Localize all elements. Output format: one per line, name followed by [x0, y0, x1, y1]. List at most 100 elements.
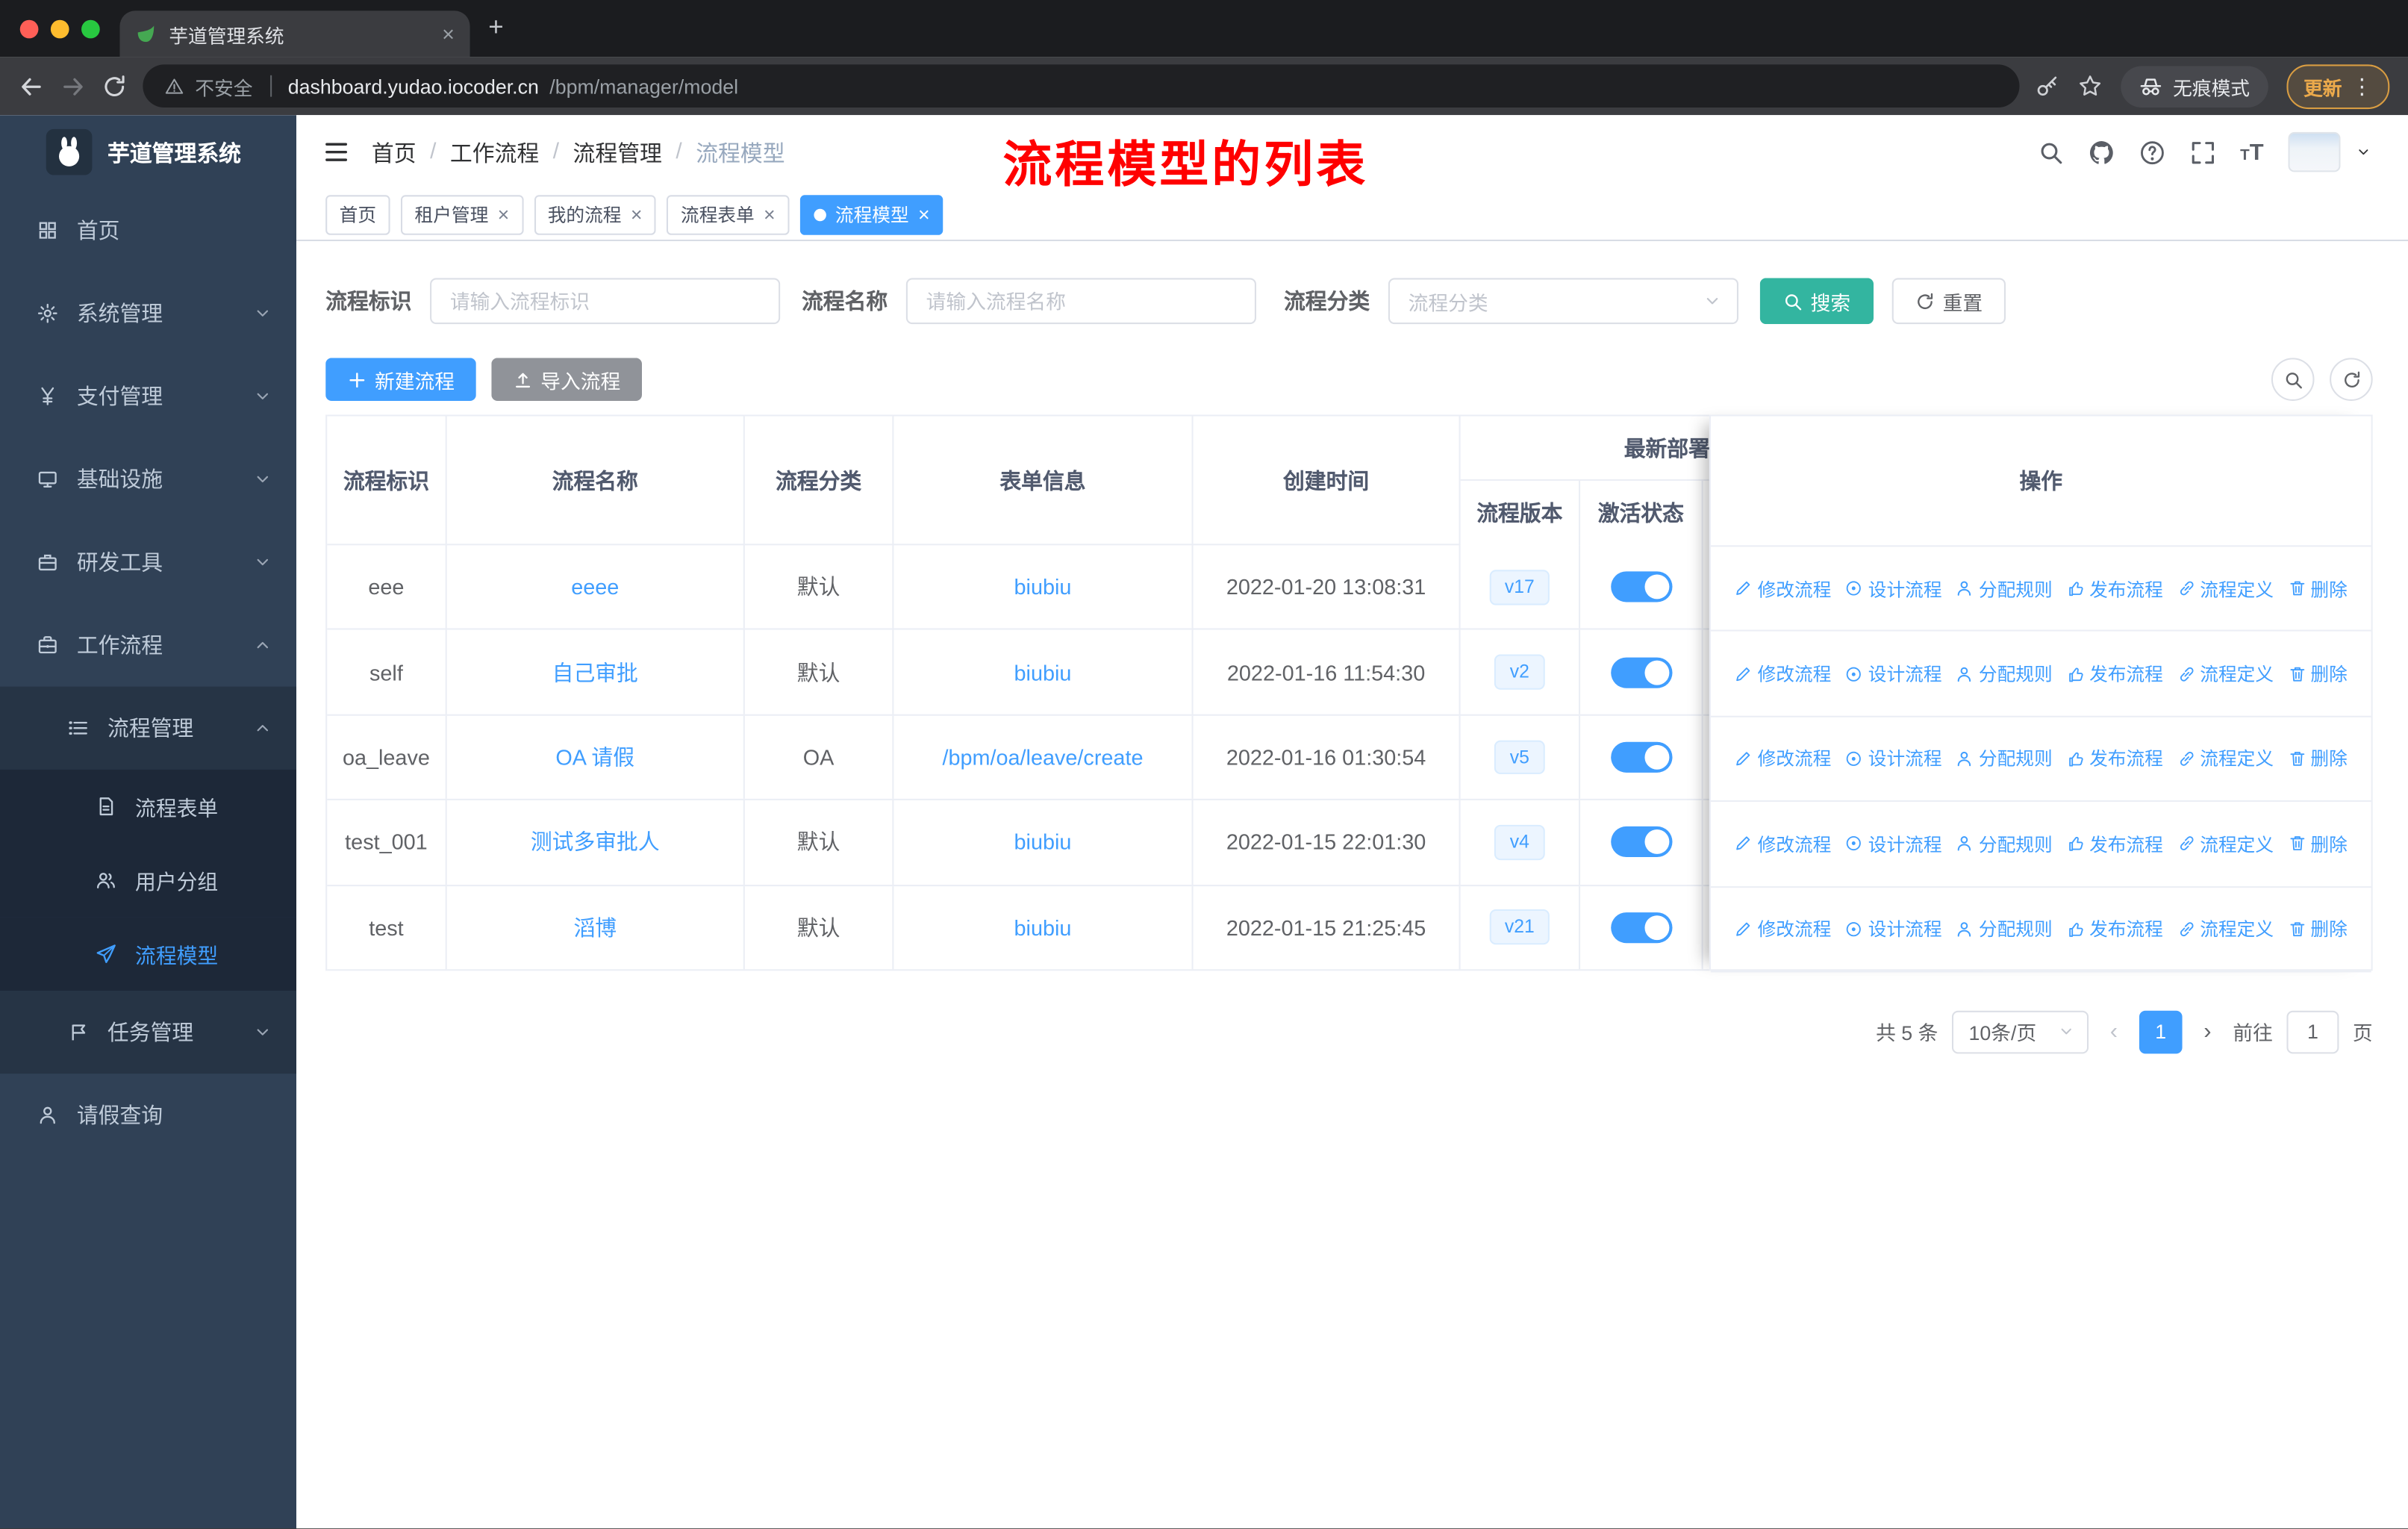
op-definition-link[interactable]: 流程定义	[2177, 661, 2274, 687]
zoom-window-button[interactable]	[81, 19, 100, 38]
op-edit-link[interactable]: 修改流程	[1735, 576, 1831, 602]
active-toggle[interactable]	[1610, 912, 1672, 943]
help-icon[interactable]	[2139, 139, 2165, 165]
reload-icon[interactable]	[102, 73, 128, 99]
current-page-button[interactable]: 1	[2139, 1010, 2183, 1054]
form-info-link[interactable]: biubiu	[1014, 915, 1072, 940]
fullscreen-icon[interactable]	[2189, 139, 2215, 165]
sidebar-item-leave-query[interactable]: 请假查询	[0, 1074, 296, 1156]
security-label[interactable]: 不安全	[195, 72, 252, 101]
version-badge[interactable]: v2	[1494, 654, 1545, 690]
op-definition-link[interactable]: 流程定义	[2177, 831, 2274, 857]
op-edit-link[interactable]: 修改流程	[1735, 831, 1831, 857]
version-badge[interactable]: v4	[1494, 824, 1545, 860]
goto-page-input[interactable]	[2286, 1010, 2339, 1054]
close-icon[interactable]: ×	[918, 205, 930, 225]
sidebar-item-infra[interactable]: 基础设施	[0, 437, 296, 520]
search-icon[interactable]	[2038, 139, 2064, 165]
op-publish-link[interactable]: 发布流程	[2066, 661, 2163, 687]
form-info-link[interactable]: biubiu	[1014, 830, 1072, 855]
search-button[interactable]: 搜索	[1759, 278, 1874, 325]
version-badge[interactable]: v21	[1489, 909, 1550, 945]
browser-tab[interactable]: 芋道管理系统 ×	[119, 10, 470, 57]
op-publish-link[interactable]: 发布流程	[2066, 746, 2163, 772]
sidebar-item-process-form[interactable]: 流程表单	[0, 769, 297, 844]
op-assign-rule-link[interactable]: 分配规则	[1956, 661, 2053, 687]
password-key-icon[interactable]	[2035, 74, 2059, 99]
op-edit-link[interactable]: 修改流程	[1735, 916, 1831, 942]
incognito-badge[interactable]: 无痕模式	[2121, 65, 2268, 107]
sidebar-item-home[interactable]: 首页	[0, 189, 296, 272]
op-assign-rule-link[interactable]: 分配规则	[1956, 746, 2053, 772]
close-icon[interactable]: ×	[631, 205, 643, 225]
bookmark-star-icon[interactable]	[2078, 74, 2103, 99]
active-toggle[interactable]	[1610, 741, 1672, 773]
user-avatar[interactable]	[2288, 131, 2341, 172]
op-design-link[interactable]: 设计流程	[1845, 916, 1942, 942]
minimize-window-button[interactable]	[50, 19, 69, 38]
back-icon[interactable]	[19, 73, 45, 99]
active-toggle[interactable]	[1610, 656, 1672, 688]
process-name-link[interactable]: eeee	[571, 575, 619, 600]
op-design-link[interactable]: 设计流程	[1845, 746, 1942, 772]
tag-process-form[interactable]: 流程表单 ×	[667, 194, 790, 234]
op-edit-link[interactable]: 修改流程	[1735, 746, 1831, 772]
tag-my-process[interactable]: 我的流程 ×	[534, 194, 656, 234]
op-design-link[interactable]: 设计流程	[1845, 661, 1942, 687]
sidebar-item-process-model[interactable]: 流程模型	[0, 917, 297, 991]
refresh-table-button[interactable]	[2330, 358, 2373, 401]
tab-close-icon[interactable]: ×	[442, 23, 455, 45]
sidebar-item-task-mgmt[interactable]: 任务管理	[0, 991, 297, 1074]
process-name-link[interactable]: OA 请假	[555, 742, 634, 773]
op-edit-link[interactable]: 修改流程	[1735, 661, 1831, 687]
sidebar-item-payment[interactable]: 支付管理	[0, 355, 296, 437]
menu-kebab-icon[interactable]: ⋮	[2351, 73, 2373, 99]
address-bar[interactable]: 不安全 dashboard.yudao.iocoder.cn/bpm/manag…	[143, 64, 2020, 108]
version-badge[interactable]: v17	[1489, 569, 1550, 605]
toggle-search-button[interactable]	[2271, 358, 2315, 401]
sidebar-fold-icon[interactable]	[322, 138, 350, 166]
breadcrumb-process-mgmt[interactable]: 流程管理	[573, 136, 662, 168]
prev-page-button[interactable]: ‹	[2103, 1019, 2126, 1045]
sidebar-item-process-mgmt[interactable]: 流程管理	[0, 686, 297, 770]
op-delete-link[interactable]: 删除	[2288, 661, 2348, 687]
font-size-icon[interactable]: TT	[2240, 140, 2263, 164]
op-delete-link[interactable]: 删除	[2288, 831, 2348, 857]
active-toggle[interactable]	[1610, 826, 1672, 858]
close-window-button[interactable]	[19, 19, 39, 38]
version-badge[interactable]: v5	[1494, 739, 1545, 775]
form-info-link[interactable]: biubiu	[1014, 660, 1072, 685]
form-info-link[interactable]: /bpm/oa/leave/create	[942, 745, 1143, 770]
browser-update-button[interactable]: 更新 ⋮	[2286, 63, 2390, 109]
active-toggle[interactable]	[1610, 571, 1672, 602]
app-logo[interactable]: 芋道管理系统	[0, 115, 296, 189]
process-name-link[interactable]: 滔博	[573, 912, 617, 943]
breadcrumb-workflow[interactable]: 工作流程	[450, 136, 539, 168]
op-design-link[interactable]: 设计流程	[1845, 576, 1942, 602]
sidebar-item-devtools[interactable]: 研发工具	[0, 520, 296, 603]
op-delete-link[interactable]: 删除	[2288, 746, 2348, 772]
tag-home[interactable]: 首页	[325, 194, 390, 234]
op-design-link[interactable]: 设计流程	[1845, 831, 1942, 857]
github-icon[interactable]	[2088, 139, 2114, 165]
process-name-link[interactable]: 自己审批	[552, 657, 638, 688]
process-name-link[interactable]: 测试多审批人	[531, 827, 660, 858]
op-definition-link[interactable]: 流程定义	[2177, 746, 2274, 772]
import-process-button[interactable]: 导入流程	[491, 358, 643, 401]
op-delete-link[interactable]: 删除	[2288, 576, 2348, 602]
op-assign-rule-link[interactable]: 分配规则	[1956, 831, 2053, 857]
tag-process-model[interactable]: 流程模型 ×	[799, 194, 944, 234]
op-delete-link[interactable]: 删除	[2288, 916, 2348, 942]
sidebar-item-workflow[interactable]: 工作流程	[0, 604, 296, 687]
op-assign-rule-link[interactable]: 分配规则	[1956, 576, 2053, 602]
op-assign-rule-link[interactable]: 分配规则	[1956, 916, 2053, 942]
reset-button[interactable]: 重置	[1891, 278, 2006, 325]
next-page-button[interactable]: ›	[2196, 1019, 2219, 1045]
op-definition-link[interactable]: 流程定义	[2177, 916, 2274, 942]
forward-icon[interactable]	[60, 73, 86, 99]
op-publish-link[interactable]: 发布流程	[2066, 576, 2163, 602]
op-publish-link[interactable]: 发布流程	[2066, 831, 2163, 857]
tag-tenant[interactable]: 租户管理 ×	[401, 194, 523, 234]
close-icon[interactable]: ×	[498, 205, 510, 225]
close-icon[interactable]: ×	[764, 205, 776, 225]
